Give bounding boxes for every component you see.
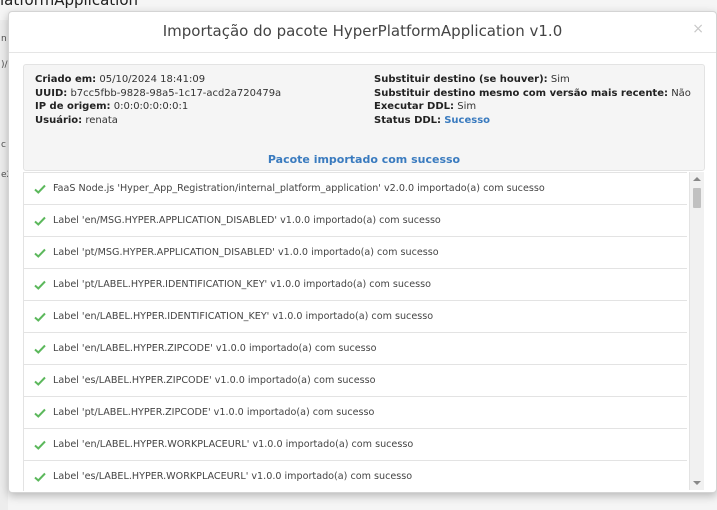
log-scrollbar[interactable]: [689, 172, 704, 490]
created-value: 05/10/2024 18:41:09: [99, 74, 206, 85]
log-item-text: FaaS Node.js 'Hyper_App_Registration/int…: [53, 183, 545, 194]
log-item-text: Label 'en/LABEL.HYPER.ZIPCODE' v1.0.0 im…: [53, 343, 377, 354]
import-result-message: Pacote importado com sucesso: [267, 153, 461, 166]
ip-label: IP de origem:: [35, 101, 111, 112]
check-icon: [34, 216, 46, 226]
check-icon: [34, 408, 46, 418]
import-log-list[interactable]: FaaS Node.js 'Hyper_App_Registration/int…: [23, 172, 687, 491]
uuid-row: UUID: b7cc5fbb-9828-98a5-1c17-acd2a72047…: [35, 87, 281, 101]
log-item: Label 'es/LABEL.HYPER.ZIPCODE' v1.0.0 im…: [23, 365, 687, 397]
log-item-text: Label 'es/LABEL.HYPER.WORKPLACEURL' v1.0…: [53, 471, 413, 482]
ip-row: IP de origem: 0:0:0:0:0:0:0:1: [35, 100, 281, 114]
log-item-text: Label 'pt/MSG.HYPER.APPLICATION_DISABLED…: [53, 247, 439, 258]
log-item: FaaS Node.js 'Hyper_App_Registration/int…: [23, 173, 687, 205]
replace-same-row: Substituir destino mesmo com versão mais…: [374, 87, 691, 101]
log-item: Label 'en/LABEL.HYPER.ZIPCODE' v1.0.0 im…: [23, 333, 687, 365]
replace-same-value: Não: [671, 87, 691, 99]
replace-row: Substituir destino (se houver): Sim: [374, 73, 691, 87]
info-column-right: Substituir destino (se houver): Sim Subs…: [374, 73, 691, 127]
ddl-row: Executar DDL: Sim: [374, 100, 691, 114]
check-icon: [34, 280, 46, 290]
ddl-status-value: Sucesso: [444, 114, 491, 126]
check-icon: [34, 184, 46, 194]
replace-value: Sim: [550, 74, 570, 85]
created-row: Criado em: 05/10/2024 18:41:09: [35, 73, 281, 87]
check-icon: [34, 472, 46, 482]
uuid-value: b7cc5fbb-9828-98a5-1c17-acd2a720479a: [70, 87, 282, 99]
scroll-up-icon[interactable]: [693, 177, 701, 181]
ddl-value: Sim: [457, 101, 477, 112]
check-icon: [34, 248, 46, 258]
created-label: Criado em:: [35, 74, 97, 85]
check-icon: [34, 376, 46, 386]
import-info-panel: Criado em: 05/10/2024 18:41:09 UUID: b7c…: [23, 64, 705, 171]
close-icon[interactable]: ×: [692, 22, 704, 36]
info-column-left: Criado em: 05/10/2024 18:41:09 UUID: b7c…: [35, 73, 281, 127]
log-item: Label 'pt/LABEL.HYPER.ZIPCODE' v1.0.0 im…: [23, 397, 687, 429]
replace-label: Substituir destino (se houver):: [374, 74, 548, 85]
uuid-label: UUID:: [35, 87, 68, 99]
log-item-text: Label 'en/MSG.HYPER.APPLICATION_DISABLED…: [53, 215, 441, 226]
log-item: Label 'en/LABEL.HYPER.WORKPLACEURL' v1.0…: [23, 429, 687, 461]
log-item: Label 'en/LABEL.HYPER.IDENTIFICATION_KEY…: [23, 301, 687, 333]
log-item-text: Label 'en/LABEL.HYPER.IDENTIFICATION_KEY…: [53, 311, 434, 322]
log-item: Label 'pt/MSG.HYPER.APPLICATION_DISABLED…: [23, 237, 687, 269]
log-item: Label 'es/LABEL.HYPER.WORKPLACEURL' v1.0…: [23, 461, 687, 491]
dialog-title: Importação do pacote HyperPlatformApplic…: [162, 22, 563, 40]
log-item-text: Label 'pt/LABEL.HYPER.ZIPCODE' v1.0.0 im…: [53, 407, 375, 418]
log-item-text: Label 'es/LABEL.HYPER.ZIPCODE' v1.0.0 im…: [53, 375, 376, 386]
log-item: Label 'pt/LABEL.HYPER.IDENTIFICATION_KEY…: [23, 269, 687, 301]
check-icon: [34, 312, 46, 322]
user-label: Usuário:: [35, 114, 83, 126]
ddl-label: Executar DDL:: [374, 101, 455, 112]
ddl-status-label: Status DDL:: [374, 114, 442, 126]
replace-same-label: Substituir destino mesmo com versão mais…: [374, 87, 668, 99]
ddl-status-row: Status DDL: Sucesso: [374, 114, 691, 128]
ip-value: 0:0:0:0:0:0:0:1: [113, 101, 189, 112]
log-item: Label 'en/MSG.HYPER.APPLICATION_DISABLED…: [23, 205, 687, 237]
user-value: renata: [85, 114, 118, 126]
check-icon: [34, 344, 46, 354]
log-item-text: Label 'pt/LABEL.HYPER.IDENTIFICATION_KEY…: [53, 279, 431, 290]
user-row: Usuário: renata: [35, 114, 281, 128]
import-dialog: Importação do pacote HyperPlatformApplic…: [8, 11, 717, 493]
check-icon: [34, 440, 46, 450]
dialog-header: Importação do pacote HyperPlatformApplic…: [9, 12, 716, 53]
log-item-text: Label 'en/LABEL.HYPER.WORKPLACEURL' v1.0…: [53, 439, 414, 450]
scroll-down-icon[interactable]: [693, 481, 701, 485]
scroll-thumb[interactable]: [693, 188, 701, 208]
